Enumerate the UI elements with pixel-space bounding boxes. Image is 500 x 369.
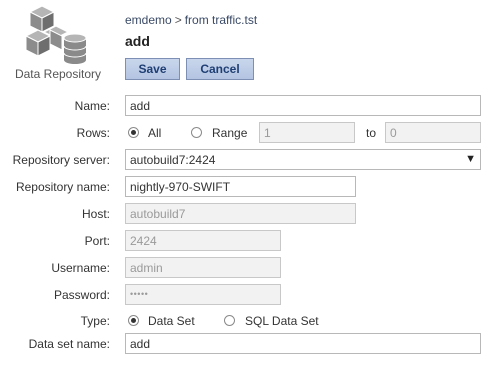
range-from-input[interactable]: 1 [259, 122, 355, 143]
password-label: Password: [53, 288, 110, 302]
rows-all-radio[interactable] [128, 127, 139, 138]
type-label: Type: [80, 314, 110, 328]
rows-label: Rows: [76, 126, 110, 140]
breadcrumb-parent[interactable]: emdemo [125, 13, 172, 27]
chevron-down-icon: ▼ [465, 153, 476, 165]
type-data-set-radio[interactable] [128, 315, 139, 326]
type-sql-data-set-label: SQL Data Set [245, 314, 319, 328]
range-to-label: to [366, 126, 377, 140]
rows-range-label: Range [212, 126, 248, 140]
logo-label: Data Repository [14, 67, 102, 81]
username-label: Username: [51, 261, 110, 275]
host-input[interactable]: autobuild7 [125, 203, 356, 224]
breadcrumb-current[interactable]: from traffic.tst [185, 13, 257, 27]
rows-range-radio[interactable] [191, 127, 202, 138]
repository-server-label: Repository server: [12, 153, 110, 167]
name-label: Name: [74, 99, 110, 113]
page-title: add [125, 33, 150, 49]
username-input[interactable]: admin [125, 257, 281, 278]
range-to-input[interactable]: 0 [385, 122, 481, 143]
port-label: Port: [84, 234, 110, 248]
repository-name-label: Repository name: [15, 180, 110, 194]
data-set-name-label: Data set name: [28, 337, 110, 351]
data-set-name-input[interactable]: add [125, 333, 481, 354]
password-input[interactable]: ••••• [125, 284, 281, 305]
type-sql-data-set-radio[interactable] [224, 315, 235, 326]
type-data-set-label: Data Set [148, 314, 195, 328]
repository-server-select[interactable]: autobuild7:2424 ▼ [125, 149, 481, 170]
name-input[interactable]: add [125, 95, 481, 116]
repository-name-input[interactable]: nightly-970-SWIFT [125, 176, 356, 197]
repository-server-value: autobuild7:2424 [130, 153, 216, 167]
port-input[interactable]: 2424 [125, 230, 281, 251]
data-repository-icon [24, 5, 87, 64]
breadcrumb: emdemo > from traffic.tst [125, 13, 257, 27]
save-button[interactable]: Save [125, 58, 180, 80]
host-label: Host: [81, 207, 110, 221]
rows-all-label: All [148, 126, 162, 140]
cancel-button[interactable]: Cancel [186, 58, 254, 80]
breadcrumb-separator: > [174, 13, 182, 27]
